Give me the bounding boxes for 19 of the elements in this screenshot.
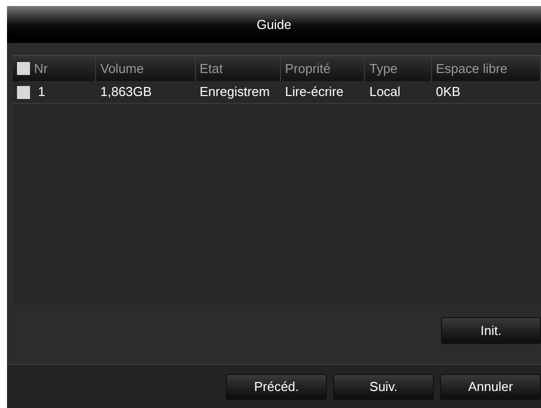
column-header: Volume — [100, 60, 144, 78]
next-button[interactable]: Suiv. — [333, 374, 434, 400]
table-cell-text: Local — [369, 83, 400, 102]
column-header: Type — [369, 60, 398, 78]
window-title: Guide — [256, 16, 292, 34]
table-cell-text: 1 — [38, 83, 46, 102]
column-header: Etat — [200, 60, 223, 78]
table-cell-text: 1,863GB — [100, 83, 152, 102]
column-header: Proprité — [284, 60, 331, 78]
init-button[interactable]: Init. — [441, 317, 541, 344]
table-cell-text: Enregistrem — [200, 83, 270, 102]
table-cell-text: Lire-écrire — [284, 83, 344, 102]
column-header: Espace libre — [436, 60, 508, 78]
checkbox[interactable] — [17, 62, 30, 75]
column-header: Nr — [34, 60, 48, 78]
previous-button[interactable]: Précéd. — [226, 374, 327, 400]
table-cell-text: 0KB — [436, 83, 460, 102]
checkbox[interactable] — [17, 86, 30, 98]
cancel-button[interactable]: Annuler — [440, 374, 541, 400]
